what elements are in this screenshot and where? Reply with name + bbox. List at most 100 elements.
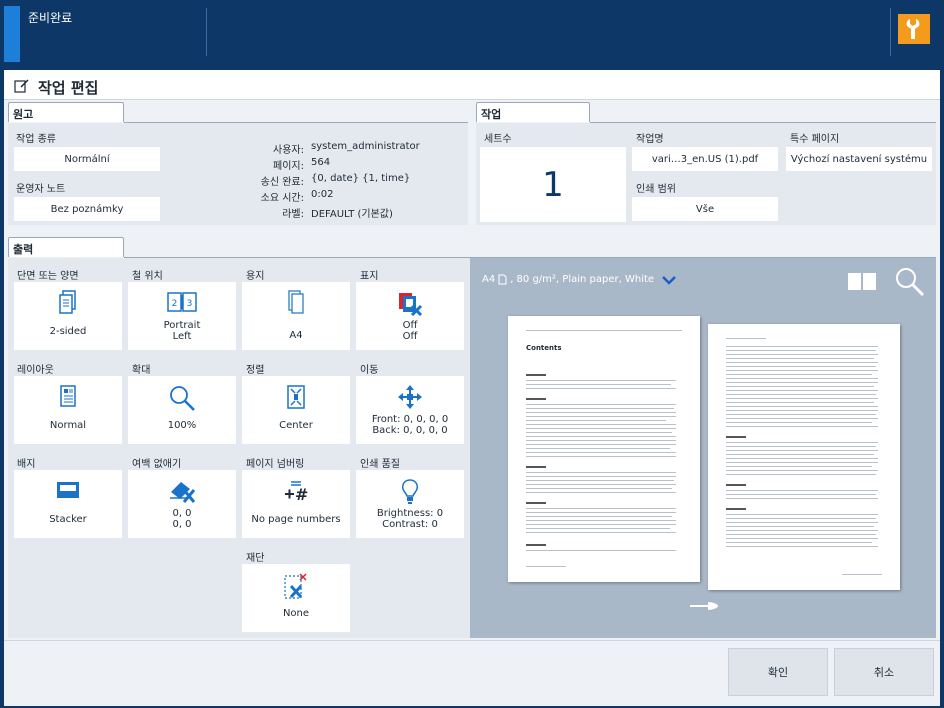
- copies-field[interactable]: 1: [480, 147, 626, 222]
- preview-page-1: Contents: [508, 316, 700, 582]
- align-center-icon: [287, 385, 305, 409]
- two-sided-tile[interactable]: 2-sided: [14, 282, 122, 350]
- tile-value: Off: [402, 320, 418, 331]
- special-pages-label: 특수 페이지: [790, 134, 840, 145]
- print-range-field[interactable]: Vše: [632, 197, 778, 221]
- edit-job-panel: 작업 편집 원고 작업 종류 Normální 운영자 노트 Bez pozná…: [4, 70, 940, 706]
- info-key: 페이지:: [273, 161, 304, 172]
- tile-value: None: [282, 608, 310, 619]
- tile-value: Normal: [49, 420, 87, 431]
- ok-button[interactable]: 확인: [728, 648, 828, 696]
- info-key: 소요 시간:: [260, 193, 304, 204]
- cover-tile[interactable]: Off Off: [356, 282, 464, 350]
- tile-value: Center: [279, 420, 313, 431]
- layout-tile[interactable]: Normal: [14, 376, 122, 444]
- info-key: 사용자:: [273, 145, 304, 156]
- tab-original[interactable]: 원고: [8, 102, 124, 122]
- info-key: 송신 완료:: [260, 177, 304, 188]
- preview-page-2: [708, 324, 900, 590]
- page-title: 작업 편집: [38, 79, 99, 97]
- tile-label: 용지: [246, 271, 265, 282]
- info-submitted: {0, date} {1, time}: [311, 173, 411, 184]
- paper-icon: [288, 290, 304, 314]
- status-accent: [4, 6, 20, 62]
- magnifier-icon: [170, 386, 195, 411]
- tile-label: 이동: [360, 365, 379, 376]
- output-tray-tile[interactable]: Stacker: [14, 470, 122, 538]
- staple-position-tile[interactable]: 23 Portrait Left: [128, 282, 236, 350]
- paper-size: A4: [482, 274, 496, 285]
- erase-margin-tile[interactable]: 0, 0 0, 0: [128, 470, 236, 538]
- tile-value: Portrait: [163, 320, 201, 331]
- tile-value: Brightness: 0: [376, 508, 444, 519]
- document-icon: [498, 274, 507, 285]
- service-button[interactable]: [898, 14, 930, 44]
- tile-value: Front: 0, 0, 0, 0: [371, 414, 449, 425]
- top-bar: 준비완료: [0, 0, 944, 70]
- tile-value-2: Back: 0, 0, 0, 0: [372, 425, 448, 436]
- tile-value: 0, 0: [172, 508, 192, 519]
- contents-heading: Contents: [526, 344, 562, 352]
- layout-icon: [60, 385, 76, 407]
- job-type-label: 작업 종류: [16, 134, 56, 145]
- info-pages: 564: [311, 157, 331, 168]
- stacker-icon: [57, 482, 79, 498]
- svg-text:3: 3: [187, 299, 193, 309]
- tile-value-2: Left: [172, 331, 192, 342]
- tile-label: 단면 또는 양면: [17, 271, 79, 282]
- tile-value-2: Off: [402, 331, 418, 342]
- tile-label: 배지: [17, 459, 36, 470]
- tile-value-2: Contrast: 0: [382, 519, 438, 530]
- staple-position-icon: 23: [167, 292, 197, 312]
- trim-icon: [284, 573, 307, 599]
- cancel-button[interactable]: 취소: [834, 648, 934, 696]
- job-name-label: 작업명: [636, 134, 664, 145]
- tile-label: 정렬: [246, 365, 265, 376]
- chevron-down-icon: [662, 275, 676, 285]
- page-numbering-tile[interactable]: # No page numbers: [242, 470, 350, 538]
- operator-note-label: 운영자 노트: [16, 184, 66, 195]
- tab-job[interactable]: 작업: [476, 102, 590, 122]
- wrench-icon: [906, 19, 920, 39]
- paper-info[interactable]: A4 , 80 g/m², Plain paper, White: [482, 274, 677, 285]
- zoom-tile[interactable]: 100%: [128, 376, 236, 444]
- job-type-field[interactable]: Normální: [14, 147, 160, 171]
- info-user: system_administrator: [311, 141, 420, 152]
- print-quality-tile[interactable]: Brightness: 0 Contrast: 0: [356, 470, 464, 538]
- tile-label: 인쇄 품질: [360, 459, 400, 470]
- svg-text:2: 2: [172, 299, 178, 309]
- paper-tile[interactable]: A4: [242, 282, 350, 350]
- tile-label: 레이아웃: [17, 365, 54, 376]
- copies-label: 세트수: [484, 134, 512, 145]
- info-duration: 0:02: [311, 189, 334, 200]
- zoom-preview-icon[interactable]: [894, 266, 926, 298]
- cover-icon: [399, 293, 423, 316]
- info-key: 라벨:: [282, 209, 304, 220]
- edit-job-icon: [14, 79, 29, 93]
- lightbulb-icon: [402, 479, 418, 504]
- book-view-icon[interactable]: [846, 270, 878, 292]
- tile-label: 페이지 넘버링: [246, 459, 305, 470]
- operator-note-field[interactable]: Bez poznámky: [14, 197, 160, 221]
- tile-value: 2-sided: [49, 326, 87, 337]
- tile-value: 100%: [167, 420, 197, 431]
- divider: [890, 8, 891, 56]
- move-arrows-icon: [398, 385, 422, 409]
- svg-text:#: #: [295, 485, 308, 504]
- divider: [206, 8, 207, 56]
- page-slider-icon[interactable]: [688, 600, 720, 612]
- tile-label: 철 위치: [132, 271, 163, 282]
- print-preview: A4 , 80 g/m², Plain paper, White Content…: [470, 258, 936, 638]
- tab-output[interactable]: 출력: [8, 237, 124, 257]
- panel-header: 작업 편집: [4, 70, 940, 100]
- align-tile[interactable]: Center: [242, 376, 350, 444]
- special-pages-field[interactable]: Výchozí nastavení systému: [786, 147, 932, 171]
- shift-tile[interactable]: Front: 0, 0, 0, 0 Back: 0, 0, 0, 0: [356, 376, 464, 444]
- tile-value: No page numbers: [251, 514, 341, 525]
- tile-label: 확대: [132, 365, 151, 376]
- eraser-icon: [170, 482, 196, 503]
- trim-tile[interactable]: None: [242, 564, 350, 632]
- job-name-field[interactable]: vari…3_en.US (1).pdf: [632, 147, 778, 171]
- tile-label: 재단: [246, 553, 265, 564]
- two-sided-icon: [59, 290, 76, 314]
